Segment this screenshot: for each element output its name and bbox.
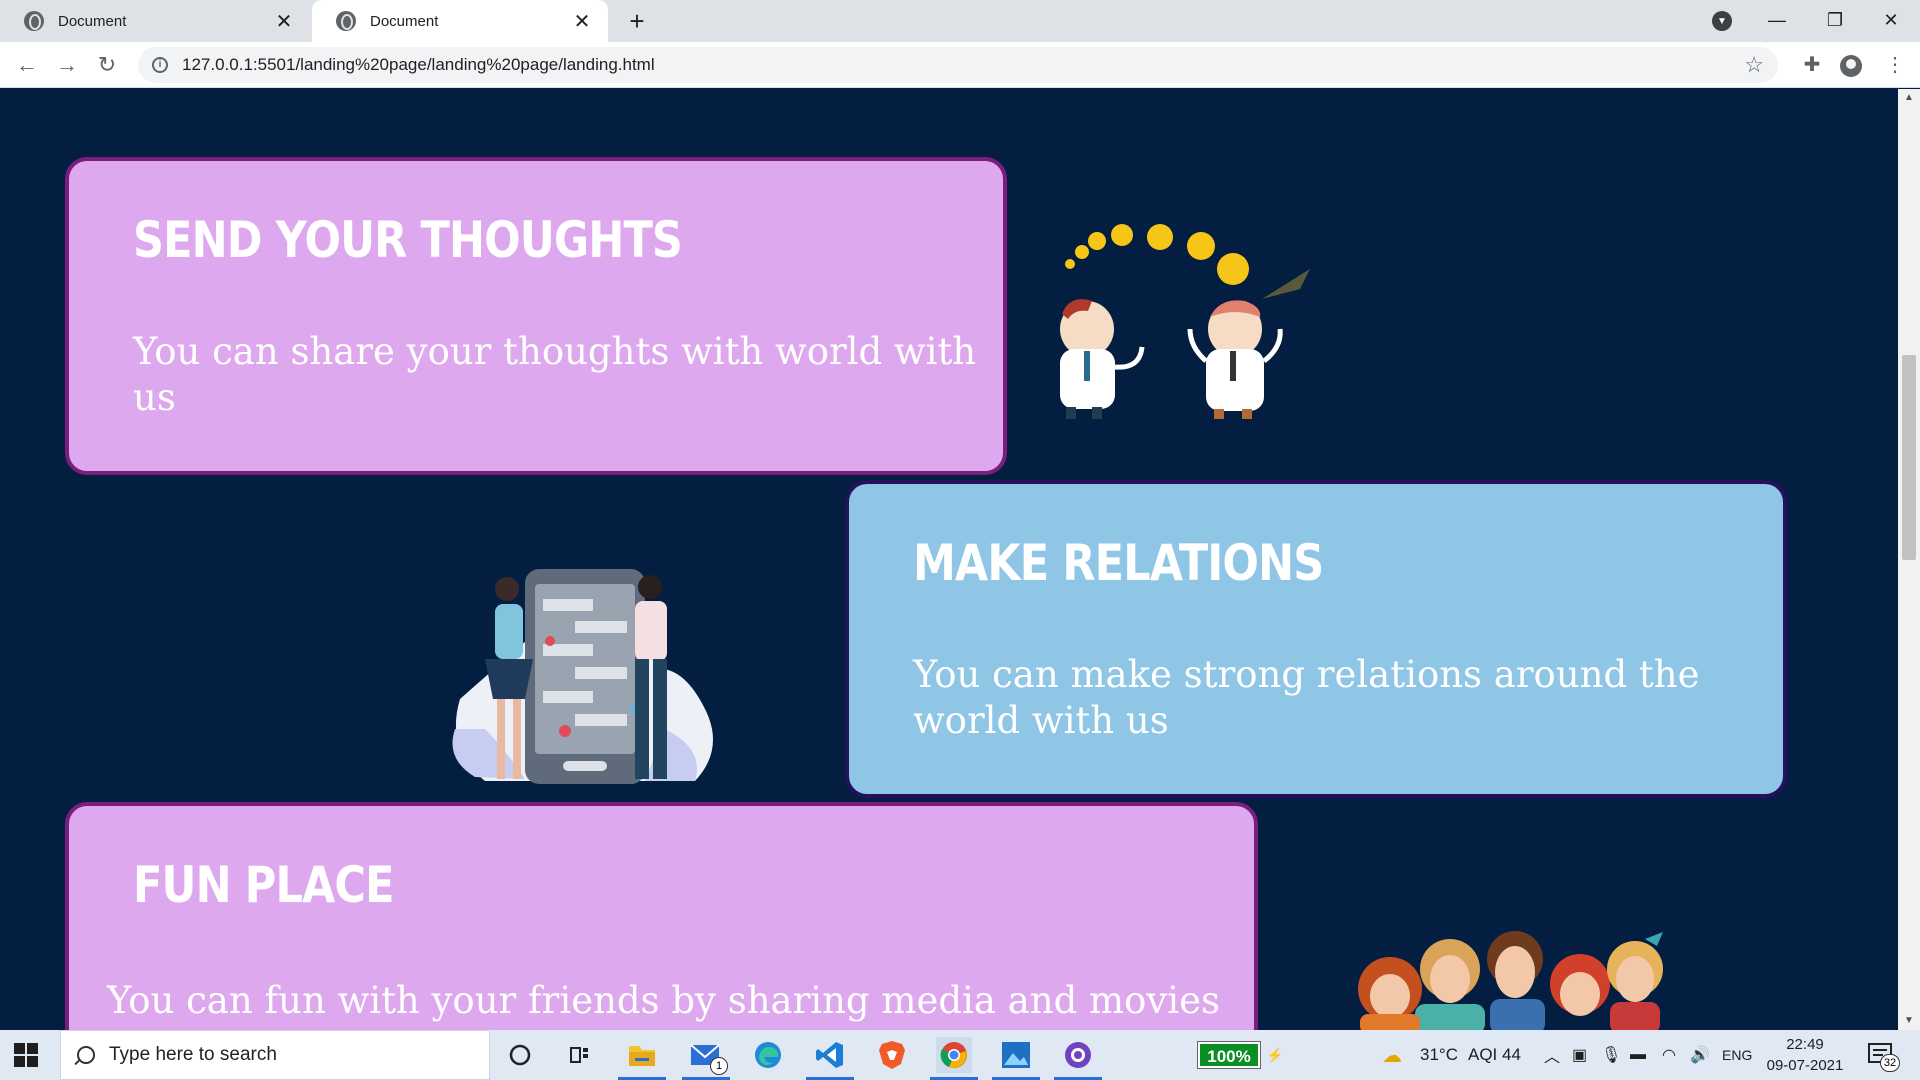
extensions-icon[interactable]: ✚ (1797, 50, 1827, 80)
page-viewport: SEND YOUR THOUGHTS You can share your th… (0, 89, 1898, 1030)
card-text: You can share your thoughts with world w… (133, 330, 977, 419)
card-title: MAKE RELATIONS (913, 534, 1324, 592)
card-send-thoughts: SEND YOUR THOUGHTS You can share your th… (65, 157, 1007, 475)
mail-icon[interactable]: 1 (682, 1037, 730, 1080)
bookmark-star-icon[interactable]: ☆ (1744, 52, 1764, 78)
card-title: SEND YOUR THOUGHTS (133, 211, 683, 269)
weather-aqi[interactable]: AQI 44 (1468, 1030, 1521, 1080)
weather-icon[interactable]: ☁ (1382, 1030, 1402, 1080)
microphone-icon[interactable]: 🎙 (1601, 1030, 1621, 1080)
chrome-icon[interactable] (930, 1037, 978, 1080)
notification-count: 32 (1880, 1054, 1900, 1072)
close-icon[interactable]: ✕ (570, 9, 594, 34)
tab-document-2[interactable]: Document ✕ (312, 0, 608, 42)
card-make-relations: MAKE RELATIONS You can make strong relat… (845, 480, 1787, 798)
task-view-icon[interactable] (562, 1037, 598, 1073)
volume-icon[interactable]: 🔊 (1690, 1030, 1710, 1080)
friends-illustration (1358, 931, 1663, 1030)
profile-avatar[interactable] (1840, 55, 1862, 77)
search-placeholder: Type here to search (109, 1044, 277, 1065)
scroll-up-arrow[interactable]: ▲ (1898, 89, 1920, 107)
back-icon[interactable]: ← (12, 50, 42, 80)
system-clock[interactable]: 22:49 09-07-2021 (1760, 1034, 1850, 1076)
card-title: FUN PLACE (133, 856, 394, 914)
tab-title: Document (370, 12, 439, 30)
close-icon[interactable]: ✕ (272, 9, 296, 34)
tab-title: Document (58, 12, 127, 30)
scroll-down-arrow[interactable]: ▼ (1898, 1012, 1920, 1030)
menu-icon[interactable]: ⋮ (1880, 50, 1910, 80)
windows-taskbar: Type here to search 1 100% ⚡ ☁ 31°C AQI … (0, 1030, 1920, 1080)
page-scrollbar[interactable]: ▲ ▼ (1898, 89, 1920, 1030)
scroll-thumb[interactable] (1902, 355, 1916, 560)
mail-badge: 1 (710, 1057, 728, 1075)
tab-bar: Document ✕ Document ✕ + ▼ — ❐ ✕ (0, 0, 1920, 42)
photos-icon[interactable] (992, 1037, 1040, 1080)
meet-now-icon[interactable]: ▣ (1572, 1030, 1587, 1080)
tab-document-1[interactable]: Document ✕ (0, 0, 310, 42)
reload-icon[interactable]: ↻ (92, 50, 122, 80)
minimize-icon[interactable]: — (1748, 0, 1806, 42)
brave-icon[interactable] (874, 1037, 910, 1073)
globe-icon (336, 11, 356, 31)
weather-temp[interactable]: 31°C (1420, 1030, 1458, 1080)
windows-start-icon[interactable] (14, 1043, 38, 1067)
show-hidden-icons-icon[interactable]: ︿ (1544, 1030, 1560, 1080)
card-text: You can fun with your friends by sharing… (107, 979, 1221, 1022)
tab-search-icon[interactable]: ▼ (1712, 11, 1732, 31)
forward-icon[interactable]: → (52, 50, 82, 80)
wifi-icon[interactable]: ◠ (1662, 1030, 1676, 1080)
restore-icon[interactable]: ❐ (1806, 0, 1864, 42)
url-text: 127.0.0.1:5501/landing%20page/landing%20… (182, 55, 655, 74)
address-bar: ← → ↻ i 127.0.0.1:5501/landing%20page/la… (0, 42, 1920, 88)
cortana-icon[interactable] (502, 1037, 538, 1073)
battery-indicator[interactable]: 100% (1197, 1041, 1261, 1069)
plug-icon: ⚡ (1266, 1046, 1284, 1063)
window-close-icon[interactable]: ✕ (1862, 0, 1920, 42)
battery-icon[interactable]: ▬ (1630, 1030, 1646, 1080)
search-icon (77, 1046, 95, 1064)
relations-illustration (452, 569, 713, 784)
new-tab-button[interactable]: + (622, 6, 652, 36)
taskbar-search-input[interactable]: Type here to search (60, 1030, 490, 1080)
card-fun-place: FUN PLACE You can fun with your friends … (65, 802, 1258, 1030)
notifications-icon[interactable]: 32 (1868, 1042, 1900, 1072)
vscode-icon[interactable] (806, 1037, 854, 1080)
url-input[interactable]: i 127.0.0.1:5501/landing%20page/landing%… (138, 47, 1778, 83)
edge-icon[interactable] (750, 1037, 786, 1073)
clock-date: 09-07-2021 (1766, 1057, 1844, 1074)
github-desktop-icon[interactable] (1054, 1037, 1102, 1080)
file-explorer-icon[interactable] (618, 1037, 666, 1080)
clock-time: 22:49 (1786, 1036, 1824, 1053)
globe-icon (24, 11, 44, 31)
language-indicator[interactable]: ENG (1722, 1030, 1752, 1080)
info-icon[interactable]: i (152, 57, 168, 73)
card-text: You can make strong relations around the… (913, 653, 1700, 742)
thoughts-illustration (1060, 224, 1310, 419)
